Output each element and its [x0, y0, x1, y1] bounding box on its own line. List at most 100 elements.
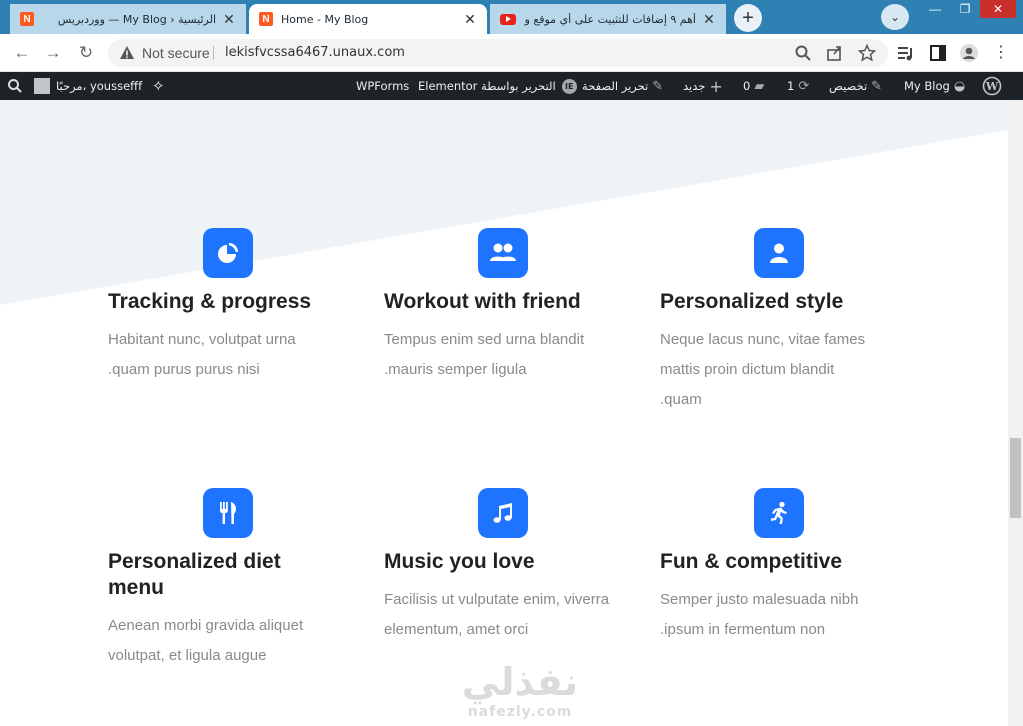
user-icon	[754, 228, 804, 278]
tab-search-button[interactable]: ⌄	[881, 4, 909, 30]
tab-youtube[interactable]: أهم ٩ إضافات للتثبيت على أي موقع ووردبر …	[490, 4, 726, 34]
minimize-button[interactable]: —	[920, 0, 950, 18]
feature-description: Neque lacus nunc, vitae fames mattis pro…	[660, 325, 910, 415]
share-icon[interactable]	[826, 44, 844, 62]
n-favicon-icon: N	[259, 12, 273, 26]
feature-diet-menu: Personalized diet menu Aenean morbi grav…	[108, 488, 358, 688]
profile-icon[interactable]	[959, 43, 979, 63]
feature-desc-line: mattis proin dictum blandit	[660, 361, 835, 378]
wp-admin-bar: مرحبًا، youssefff ✧ WPForms Elementor ال…	[0, 72, 1023, 100]
site-name-label: My Blog	[904, 79, 950, 93]
zoom-icon[interactable]	[794, 44, 812, 62]
ai-sparkle-icon[interactable]: ✧	[152, 72, 165, 100]
wpforms-menu[interactable]: WPForms	[356, 72, 409, 100]
feature-desc-line: volutpat, et ligula augue	[108, 647, 267, 664]
feature-title: Personalized diet menu	[108, 549, 348, 601]
browser-tab-strip: N الرئيسية ‹ My Blog — ووردبريس ✕ N Home…	[0, 0, 1023, 34]
comments-menu[interactable]: 0 ▰	[743, 72, 768, 100]
tab-wp-admin[interactable]: N الرئيسية ‹ My Blog — ووردبريس ✕	[10, 4, 246, 34]
tab-title: Home - My Blog	[281, 12, 369, 26]
users-icon	[478, 228, 528, 278]
elementor-icon: IE	[561, 78, 577, 94]
media-control-icon[interactable]	[895, 43, 915, 63]
youtube-icon	[500, 13, 516, 25]
menu-kebab-icon[interactable]: ⋮	[991, 43, 1011, 63]
customize-menu[interactable]: تخصيص ✎	[829, 72, 886, 100]
divider	[213, 46, 214, 60]
running-icon	[754, 488, 804, 538]
new-content-menu[interactable]: جديد +	[683, 72, 727, 100]
close-window-button[interactable]: ✕	[980, 0, 1016, 18]
reload-button[interactable]: ↻	[75, 42, 97, 64]
dashboard-gauge-icon: ◒	[953, 78, 966, 94]
wpforms-label: WPForms	[356, 79, 410, 93]
elementor-label: Elementor التحرير بواسطة	[418, 79, 556, 93]
tab-home[interactable]: N Home - My Blog ✕	[249, 4, 487, 34]
address-bar[interactable]: Not secure lekisfvcssa6467.unaux.com	[108, 39, 888, 67]
forward-button[interactable]: →	[42, 42, 64, 64]
svg-text:W: W	[985, 80, 999, 93]
feature-tracking: Tracking & progress Habitant nunc, volut…	[108, 228, 358, 428]
security-label[interactable]: Not secure	[142, 45, 210, 61]
feature-desc-line: .ipsum in fermentum non	[660, 621, 826, 638]
close-icon[interactable]: ✕	[702, 11, 716, 28]
feature-desc-line: Tempus enim sed urna blandit	[384, 331, 585, 348]
feature-description: Tempus enim sed urna blandit .mauris sem…	[384, 325, 634, 385]
feature-desc-line: .quam purus purus nisi	[108, 361, 260, 378]
pencil-icon: ✎	[652, 78, 664, 94]
page-scrollbar[interactable]	[1008, 100, 1023, 726]
new-label: جديد	[683, 79, 706, 93]
close-icon[interactable]: ✕	[222, 11, 236, 28]
warning-icon	[120, 46, 134, 59]
watermark-text: nafezly.com	[467, 704, 573, 720]
search-icon[interactable]	[7, 72, 23, 100]
new-tab-button[interactable]: +	[734, 4, 762, 32]
elementor-edit-menu[interactable]: Elementor التحرير بواسطة IE	[418, 72, 577, 100]
edit-page-menu[interactable]: تحرير الصفحة ✎	[582, 72, 667, 100]
feature-workout-friend: Workout with friend Tempus enim sed urna…	[384, 228, 634, 428]
feature-title: Music you love	[384, 550, 535, 573]
feature-description: Aenean morbi gravida aliquet volutpat, e…	[108, 611, 358, 671]
feature-desc-line: Aenean morbi gravida aliquet	[108, 617, 304, 634]
side-panel-icon[interactable]	[928, 43, 948, 63]
feature-desc-line: Semper justo malesuada nibh	[660, 591, 859, 608]
restore-button[interactable]: ❐	[950, 0, 980, 18]
n-favicon-icon: N	[20, 12, 34, 26]
feature-desc-line: .mauris semper ligula	[384, 361, 527, 378]
page-content: Tracking & progress Habitant nunc, volut…	[0, 100, 1008, 726]
close-icon[interactable]: ✕	[463, 11, 477, 28]
feature-desc-line: Habitant nunc, volutpat urna	[108, 331, 296, 348]
comment-bubble-icon: ▰	[754, 78, 765, 94]
feature-desc-line: .quam	[660, 391, 702, 408]
tab-title: الرئيسية ‹ My Blog — ووردبريس	[57, 12, 216, 26]
edit-page-label: تحرير الصفحة	[582, 79, 649, 93]
bookmark-star-icon[interactable]	[858, 44, 876, 62]
feature-description: Semper justo malesuada nibh .ipsum in fe…	[660, 585, 910, 645]
wordpress-logo-icon[interactable]: W	[982, 72, 1002, 100]
feature-fun-competitive: Fun & competitive Semper justo malesuada…	[660, 488, 910, 688]
tab-title: أهم ٩ إضافات للتثبيت على أي موقع ووردبر	[524, 12, 696, 26]
updates-count: 1	[787, 79, 795, 93]
customize-label: تخصيص	[829, 79, 868, 93]
avatar	[34, 78, 50, 94]
account-menu[interactable]: مرحبًا، youssefff	[34, 72, 142, 100]
url-text[interactable]: lekisfvcssa6467.unaux.com	[225, 45, 405, 60]
plus-icon: +	[709, 76, 723, 96]
site-name-menu[interactable]: My Blog ◒	[904, 72, 969, 100]
scrollbar-thumb[interactable]	[1010, 438, 1021, 518]
watermark: نفذلي nafezly.com	[440, 660, 600, 726]
feature-personalized-style: Personalized style Neque lacus nunc, vit…	[660, 228, 910, 428]
feature-title: Fun & competitive	[660, 550, 843, 573]
feature-desc-line: elementum, amet orci	[384, 621, 529, 638]
utensils-icon	[203, 488, 253, 538]
feature-title: Workout with friend	[384, 290, 581, 313]
feature-title-line: menu	[108, 576, 165, 599]
music-note-icon	[478, 488, 528, 538]
back-button[interactable]: ←	[11, 42, 33, 64]
feature-title: Personalized style	[660, 290, 844, 313]
refresh-icon: ⟳	[798, 78, 810, 94]
brush-icon: ✎	[871, 78, 883, 94]
watermark-arabic: نفذلي	[461, 660, 579, 704]
feature-music: Music you love Facilisis ut vulputate en…	[384, 488, 634, 688]
updates-menu[interactable]: 1 ⟳	[787, 72, 813, 100]
